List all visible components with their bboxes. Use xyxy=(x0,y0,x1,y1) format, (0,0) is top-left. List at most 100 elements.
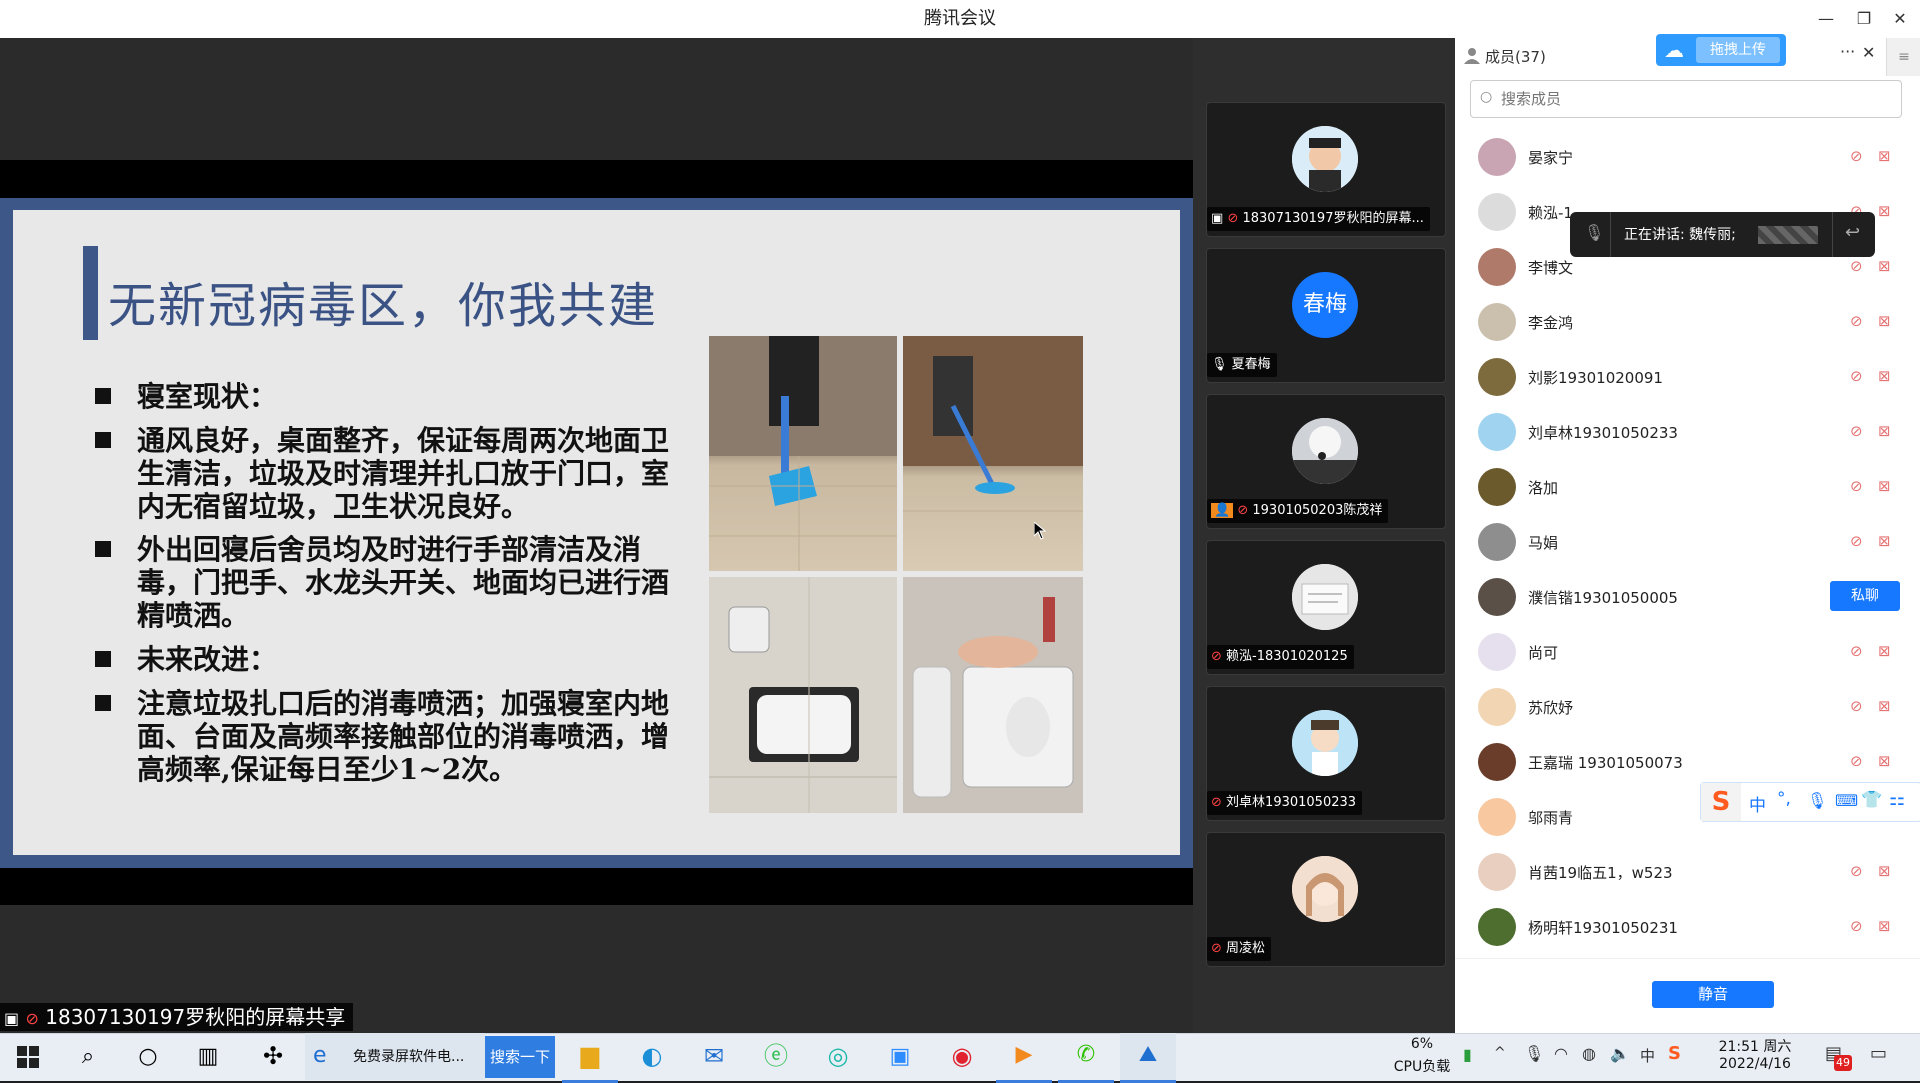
member-row[interactable] xyxy=(1455,680,1895,735)
photo-mopping-drawing xyxy=(903,336,1083,512)
wifi-icon[interactable]: ◠ xyxy=(1554,1044,1568,1063)
mute-all-button[interactable]: 静音 xyxy=(1652,981,1774,1008)
sogou-icon[interactable]: S xyxy=(1701,783,1741,821)
panel-menu-icon[interactable]: ≡ xyxy=(1886,38,1920,76)
ime-toolbar[interactable]: S 中 °, 🎙 ⌨ 👕 ⚏ xyxy=(1700,782,1920,822)
mic-muted-icon[interactable]: ⊘ xyxy=(1850,862,1863,880)
mic-muted-icon[interactable]: ⊘ xyxy=(1850,697,1863,715)
mic-muted-icon[interactable]: ⊘ xyxy=(1850,367,1863,385)
network-icon[interactable]: ◍ xyxy=(1582,1044,1596,1063)
app-target-icon[interactable]: ◎ xyxy=(810,1033,866,1080)
tile-label: ▣ ⊘ 18307130197罗秋阳的屏幕... xyxy=(1207,207,1430,231)
private-chat-button[interactable]: 私聊 xyxy=(1830,581,1900,611)
mic-muted-icon[interactable]: ⊘ xyxy=(1850,257,1863,275)
zoom-icon[interactable]: ▣ xyxy=(872,1033,928,1080)
sogou-tray-icon[interactable]: S xyxy=(1668,1043,1681,1064)
ime-keyboard-icon[interactable]: ⌨ xyxy=(1835,791,1858,810)
microphone-tray-icon[interactable]: 🎙 xyxy=(1524,1044,1544,1063)
camera-off-icon[interactable]: ⊠ xyxy=(1878,422,1891,440)
wechat-icon[interactable]: ✆ xyxy=(1058,1033,1114,1083)
cursor-arrow-icon xyxy=(1033,520,1047,540)
video-player-icon[interactable]: ▶ xyxy=(996,1033,1052,1083)
ime-lang-toggle[interactable]: 中 xyxy=(1749,791,1766,816)
camera-off-icon[interactable]: ⊠ xyxy=(1878,532,1891,550)
close-panel-button[interactable]: ✕ xyxy=(1862,43,1875,62)
screen-share-label-text: 18307130197罗秋阳的屏幕共享 xyxy=(45,1005,346,1029)
browser-green-icon[interactable]: ⓔ xyxy=(748,1033,804,1080)
mic-muted-icon[interactable]: ⊘ xyxy=(1850,642,1863,660)
minimize-button[interactable]: — xyxy=(1806,0,1846,38)
clock-time[interactable]: 21:51 周六 xyxy=(1700,1036,1810,1056)
task-view-icon[interactable]: ▥ xyxy=(180,1033,236,1080)
camera-off-icon[interactable]: ⊠ xyxy=(1878,367,1891,385)
member-avatar xyxy=(1478,908,1516,946)
camera-off-icon[interactable]: ⊠ xyxy=(1878,257,1891,275)
show-hidden-icons[interactable]: ^ xyxy=(1494,1045,1506,1061)
ime-tray-indicator[interactable]: 中 xyxy=(1640,1045,1655,1066)
mic-muted-icon[interactable]: ⊘ xyxy=(1850,477,1863,495)
more-options-button[interactable]: ··· xyxy=(1840,42,1855,61)
mic-muted-icon[interactable]: ⊘ xyxy=(1850,312,1863,330)
member-row[interactable] xyxy=(1455,515,1895,570)
restore-button[interactable]: ❐ xyxy=(1844,0,1884,38)
camera-off-icon[interactable]: ⊠ xyxy=(1878,312,1891,330)
members-icon xyxy=(1463,46,1481,64)
file-explorer-icon[interactable]: ▆ xyxy=(562,1033,618,1083)
slide-bullet: 注意垃圾扎口后的消毒喷洒；加强寝室内地面、台面及高频率接触部位的消毒喷洒，增高频… xyxy=(137,687,670,786)
ime-skin-icon[interactable]: 👕 xyxy=(1861,790,1882,810)
mic-muted-icon: ⊘ xyxy=(25,1009,39,1028)
member-row[interactable] xyxy=(1455,845,1895,900)
camera-off-icon[interactable]: ⊠ xyxy=(1878,862,1891,880)
member-search[interactable]: ○ xyxy=(1470,80,1902,118)
mic-muted-icon: ⊘ xyxy=(1211,795,1222,810)
close-window-button[interactable]: ✕ xyxy=(1880,0,1920,38)
camera-off-icon[interactable]: ⊠ xyxy=(1878,477,1891,495)
tile-label: ⊘ 赖泓-18301020125 xyxy=(1207,645,1354,669)
member-row[interactable] xyxy=(1455,350,1895,405)
camera-off-icon[interactable]: ⊠ xyxy=(1878,642,1891,660)
mic-muted-icon[interactable]: ⊘ xyxy=(1850,917,1863,935)
camera-off-icon[interactable]: ⊠ xyxy=(1878,202,1891,220)
mail-icon[interactable]: ✉ xyxy=(686,1033,742,1080)
ime-voice-icon[interactable]: 🎙 xyxy=(1807,791,1827,810)
action-center-icon[interactable]: ▭ xyxy=(1870,1043,1887,1064)
upload-button[interactable]: 拖拽上传 xyxy=(1696,37,1780,63)
start-button[interactable] xyxy=(0,1033,56,1080)
netease-music-icon[interactable]: ◉ xyxy=(934,1033,990,1080)
member-row[interactable] xyxy=(1455,460,1895,515)
camera-off-icon[interactable]: ⊠ xyxy=(1878,697,1891,715)
member-avatar xyxy=(1478,468,1516,506)
clock-date[interactable]: 2022/4/16 xyxy=(1700,1056,1810,1072)
camera-off-icon[interactable]: ⊠ xyxy=(1878,147,1891,165)
mic-muted-icon[interactable]: ⊘ xyxy=(1850,422,1863,440)
pinwheel-app-icon[interactable]: ✣ xyxy=(245,1033,301,1080)
battery-icon[interactable]: ▮ xyxy=(1463,1045,1472,1064)
ime-punct-toggle[interactable]: °, xyxy=(1777,789,1791,809)
collapse-icon[interactable]: ↩ xyxy=(1845,222,1860,243)
cortana-icon[interactable]: ○ xyxy=(120,1033,176,1080)
camera-off-icon[interactable]: ⊠ xyxy=(1878,917,1891,935)
search-input[interactable] xyxy=(1499,85,1893,113)
volume-icon[interactable]: 🔈 xyxy=(1610,1044,1630,1063)
member-avatar xyxy=(1478,413,1516,451)
member-name: 苏欣妤 xyxy=(1528,699,1574,717)
member-avatar xyxy=(1478,303,1516,341)
member-row[interactable] xyxy=(1455,625,1895,680)
camera-off-icon[interactable]: ⊠ xyxy=(1878,752,1891,770)
ime-tools-icon[interactable]: ⚏ xyxy=(1889,789,1905,810)
bullet-icon xyxy=(95,388,111,404)
tencent-meeting-icon[interactable]: ⛰ xyxy=(1120,1033,1176,1083)
upload-widget[interactable]: ☁ 拖拽上传 xyxy=(1656,34,1786,66)
edge-icon[interactable]: ◐ xyxy=(624,1033,680,1080)
search-taskbar-icon[interactable]: ⌕ xyxy=(60,1033,116,1080)
search-now-button[interactable]: 搜索一下 xyxy=(485,1036,555,1078)
mic-muted-icon[interactable]: ⊘ xyxy=(1850,532,1863,550)
browser-taskbar-item[interactable]: e 免费录屏软件电... xyxy=(305,1033,485,1080)
mic-muted-icon[interactable]: ⊘ xyxy=(1850,752,1863,770)
window-title: 腾讯会议 xyxy=(924,8,996,29)
member-row[interactable] xyxy=(1455,130,1895,185)
mic-muted-icon[interactable]: ⊘ xyxy=(1850,147,1863,165)
avatar-photo-icon xyxy=(1292,564,1358,630)
mouse-cursor xyxy=(1033,520,1047,544)
member-row[interactable] xyxy=(1455,295,1895,350)
